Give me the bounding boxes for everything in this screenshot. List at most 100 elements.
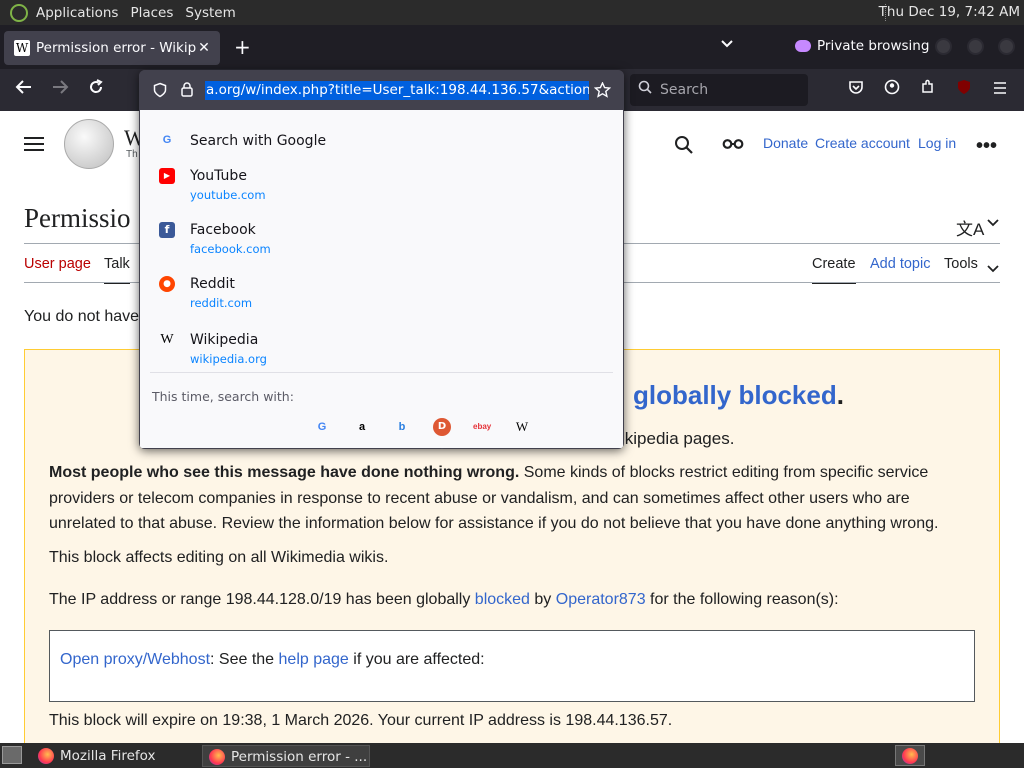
main-menu-hamburger-icon[interactable] (24, 137, 44, 151)
hamburger-menu-icon (994, 82, 1006, 94)
explanation-line-1: Most people who see this message have do… (49, 460, 979, 486)
suggestion-row-reddit[interactable]: ● Reddit reddit.com (140, 264, 623, 316)
new-tab-button[interactable]: + (234, 37, 251, 57)
tab-add-topic[interactable]: Add topic (870, 256, 930, 272)
system-menu[interactable]: System (179, 5, 241, 21)
account-button[interactable] (880, 79, 904, 100)
block-reason-box: Open proxy/Webhost: See the help page if… (49, 630, 975, 702)
tab-talk[interactable]: Talk (104, 256, 130, 284)
urlbar-dropdown: a.org/w/index.php?title=User_talk:198.44… (139, 70, 624, 449)
tab-permission-error[interactable]: W Permission error - Wikipedia ✕ (4, 31, 220, 65)
blocked-link[interactable]: blocked (475, 591, 530, 608)
suggestion-url: reddit.com (190, 296, 253, 310)
close-tab-icon[interactable]: ✕ (196, 40, 212, 56)
youtube-icon: ▶ (159, 168, 175, 184)
url-input[interactable]: a.org/w/index.php?title=User_talk:198.44… (205, 81, 589, 100)
this-time-search-with-label: This time, search with: (152, 389, 294, 404)
extensions-button[interactable] (916, 79, 940, 100)
close-window-button[interactable] (998, 38, 1015, 55)
pocket-button[interactable] (844, 79, 868, 100)
google-engine-icon[interactable]: G (313, 418, 331, 436)
places-menu[interactable]: Places (124, 5, 179, 21)
appearance-glasses-icon[interactable] (722, 137, 744, 156)
open-proxy-link[interactable]: Open proxy/Webhost (60, 651, 210, 668)
block-headline: globally blocked. (633, 380, 844, 411)
facebook-icon: f (159, 222, 175, 238)
tab-user-page[interactable]: User page (24, 256, 91, 272)
tab-title: Permission error - Wikipedia (36, 40, 196, 56)
search-history-icon[interactable] (313, 448, 331, 449)
puzzle-piece-icon (922, 79, 933, 93)
forward-button[interactable] (48, 79, 72, 100)
app-menu-button[interactable] (988, 79, 1012, 99)
bookmark-star-icon[interactable] (593, 81, 612, 102)
urlbar[interactable]: a.org/w/index.php?title=User_talk:198.44… (139, 70, 624, 110)
tab-bar: W Permission error - Wikipedia ✕ + Priva… (0, 25, 1024, 69)
block-subline: ikipedia pages. (621, 429, 735, 448)
wikipedia-globe-logo[interactable] (64, 119, 114, 169)
google-icon: G (162, 134, 172, 146)
pocket-icon (849, 81, 863, 94)
back-button[interactable] (12, 79, 36, 100)
padlock-icon[interactable] (180, 81, 194, 102)
search-icon (638, 74, 652, 106)
tab-create[interactable]: Create (812, 256, 856, 284)
bing-engine-icon[interactable]: b (393, 418, 411, 436)
distro-logo-icon[interactable] (10, 3, 28, 22)
block-range-by: by (529, 591, 556, 608)
amazon-engine-icon[interactable]: a (353, 418, 371, 436)
bookmarks-star-icon[interactable] (353, 448, 371, 449)
history-clock-icon[interactable] (433, 448, 451, 449)
search-placeholder: Search (660, 82, 709, 98)
donate-link[interactable]: Donate (763, 135, 808, 151)
chevron-down-icon (721, 40, 733, 48)
show-desktop-icon[interactable] (2, 746, 22, 764)
back-arrow-icon (15, 80, 31, 94)
list-all-tabs-button[interactable] (720, 37, 734, 53)
language-chevron-down-icon[interactable] (987, 215, 999, 233)
tracking-protection-shield-icon[interactable] (152, 82, 168, 102)
search-with-google-row[interactable]: G Search with Google (140, 120, 623, 156)
workspace-switcher[interactable] (895, 745, 925, 766)
search-settings-gear-icon[interactable] (593, 448, 611, 449)
taskbar-item-label: Mozilla Firefox (60, 748, 156, 764)
reload-button[interactable] (84, 79, 108, 100)
minimize-button[interactable] (935, 38, 952, 55)
search-toggle-icon[interactable] (674, 135, 694, 160)
suggestion-row-youtube[interactable]: ▶ YouTube youtube.com (140, 156, 623, 208)
search-input[interactable]: Search (630, 74, 808, 106)
applications-menu[interactable]: Applications (30, 5, 124, 21)
reddit-icon: ● (159, 276, 175, 292)
suggestion-row-wikipedia[interactable]: W Wikipedia wikipedia.org (140, 319, 623, 371)
reload-icon (90, 79, 103, 93)
log-in-link[interactable]: Log in (918, 135, 956, 151)
clock[interactable]: Thu Dec 19, 7:42 AM (879, 0, 1020, 25)
suggestion-url: wikipedia.org (190, 352, 267, 366)
tabs-icon[interactable] (393, 448, 411, 449)
suggestion-row-facebook[interactable]: f Facebook facebook.com (140, 210, 623, 262)
language-icon[interactable]: 文A (956, 215, 984, 240)
tools-chevron-down-icon[interactable] (987, 261, 999, 279)
suggestion-title: Reddit (190, 276, 235, 292)
more-options-icon[interactable]: ••• (976, 135, 997, 158)
taskbar-item-firefox[interactable]: Mozilla Firefox (32, 745, 200, 767)
operator-link[interactable]: Operator873 (556, 591, 646, 608)
explanation-line-2: providers or telecom companies in respon… (49, 489, 910, 507)
wikipedia-engine-icon[interactable]: W (513, 418, 531, 436)
maximize-button[interactable] (967, 38, 984, 55)
help-page-link[interactable]: help page (279, 651, 349, 668)
duckduckgo-engine-icon[interactable]: D (433, 418, 451, 436)
wikipedia-favicon-icon: W (14, 40, 30, 56)
ebay-engine-icon[interactable]: ebay (473, 418, 491, 436)
private-mask-icon (795, 40, 811, 52)
taskbar: Mozilla Firefox Permission error - ... (0, 743, 1024, 768)
create-account-link[interactable]: Create account (815, 135, 910, 151)
explanation-lead: Most people who see this message have do… (49, 464, 520, 481)
ublock-origin-button[interactable] (952, 79, 976, 100)
reason-mid: : See the (210, 651, 279, 668)
one-off-divider (150, 372, 613, 373)
taskbar-item-permission-error[interactable]: Permission error - ... (202, 745, 370, 767)
globally-blocked-link[interactable]: globally blocked (633, 380, 837, 410)
tab-tools[interactable]: Tools (944, 256, 978, 272)
page-title: Permissio (24, 203, 131, 233)
